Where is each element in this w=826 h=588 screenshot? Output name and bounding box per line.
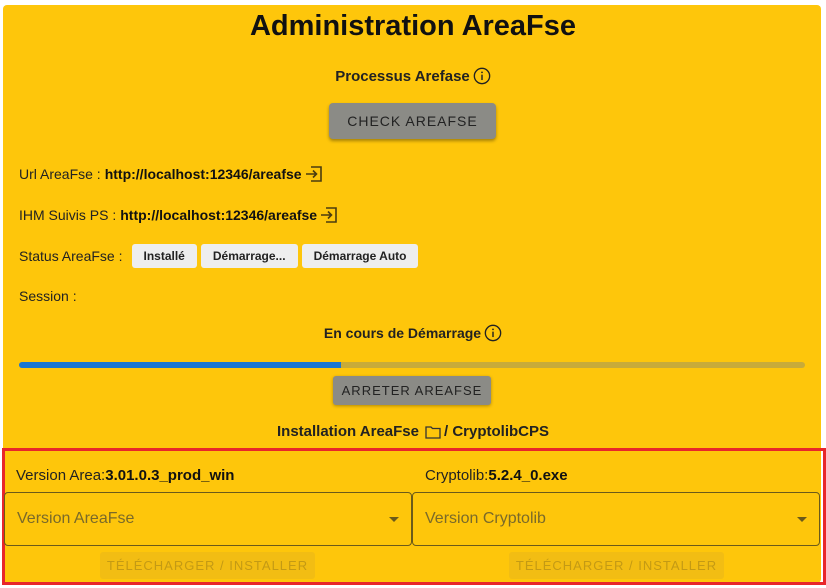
info-circle-icon[interactable] [473,67,491,85]
area-version-value: 3.01.0.3_prod_win [105,467,235,484]
status-label: Status AreaFse : [19,248,123,264]
ihm-row: IHM Suivis PS : http://localhost:12346/a… [19,205,339,225]
folder-icon[interactable] [425,425,441,439]
url-value: http://localhost:12346/areafse [104,166,302,182]
status-starting-chip[interactable]: Démarrage... [200,244,298,268]
area-version: Version Area:3.01.0.3_prod_win [16,467,234,484]
url-label: Url AreaFse : [19,166,101,182]
login-arrow-icon[interactable] [319,205,339,225]
area-version-select[interactable]: Version AreaFse [4,492,412,546]
status-row: Status AreaFse : Installé Démarrage... D… [19,244,419,268]
info-circle-icon[interactable] [484,324,502,342]
cryptolib-version-placeholder: Version Cryptolib [425,510,546,527]
stop-areafse-button[interactable]: ARRETER AREAFSE [333,376,491,405]
process-label: Processus Arefase [335,67,470,85]
session-label: Session : [19,288,77,304]
status-installed-chip[interactable]: Installé [131,244,197,268]
installation-subtitle: / CryptolibCPS [443,423,549,440]
installation-title: Installation AreaFse [276,423,419,440]
area-version-placeholder: Version AreaFse [17,510,135,527]
page-title: Administration AreaFse [249,10,577,42]
cryptolib-version-select[interactable]: Version Cryptolib [412,492,820,546]
cryptolib-install-button[interactable]: TÉLÉCHARGER / INSTALLER [509,552,724,579]
area-install-button[interactable]: TÉLÉCHARGER / INSTALLER [100,552,315,579]
cryptolib-version-label: Cryptolib: [425,467,489,484]
ihm-label: IHM Suivis PS : [19,207,117,223]
progress-fill [19,362,342,368]
session-row: Session : [19,288,77,304]
cryptolib-version: Cryptolib:5.2.4_0.exe [425,467,568,484]
status-autostart-chip[interactable]: Démarrage Auto [301,244,419,268]
check-areafse-button[interactable]: CHECK AREAFSE [329,103,496,139]
area-version-label: Version Area: [16,467,106,484]
progress-bar [19,362,805,368]
url-row: Url AreaFse : http://localhost:12346/are… [19,164,324,184]
installation-heading: Installation AreaFse / CryptolibCPS [0,423,826,440]
cryptolib-version-value: 5.2.4_0.exe [488,467,568,484]
caret-down-icon [389,516,399,522]
progress-label: En cours de Démarrage [323,325,482,341]
process-heading: Processus Arefase [0,67,826,85]
progress-heading: En cours de Démarrage [0,324,826,342]
caret-down-icon [797,516,807,522]
login-arrow-icon[interactable] [304,164,324,184]
ihm-value: http://localhost:12346/areafse [120,207,318,223]
